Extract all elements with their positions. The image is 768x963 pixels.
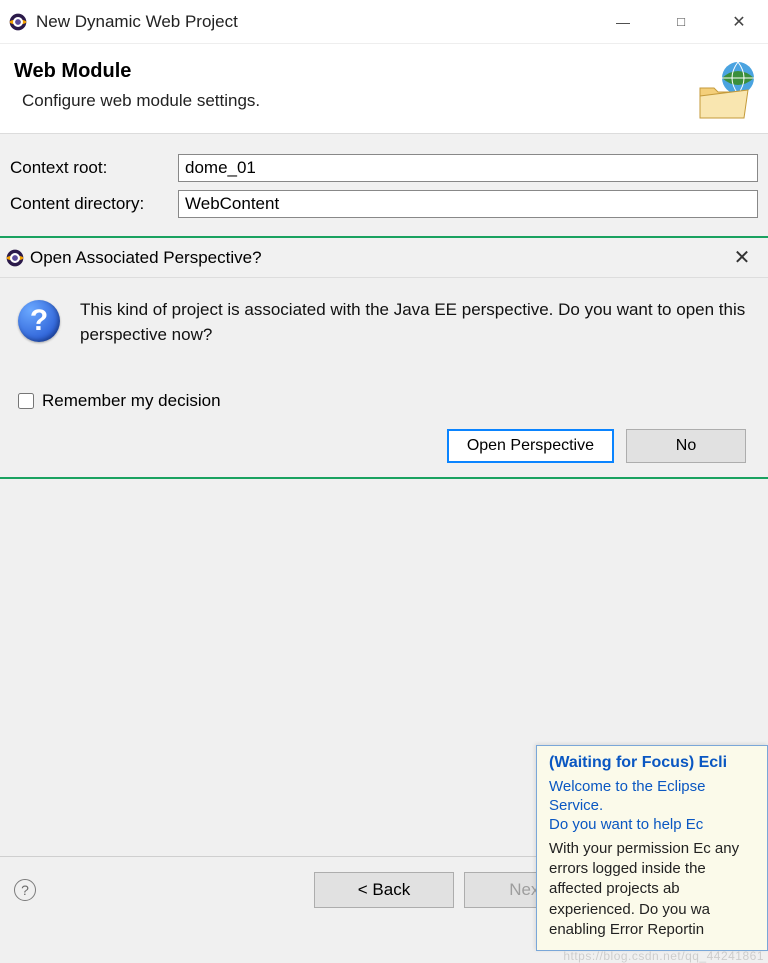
watermark: https://blog.csdn.net/qq_44241861: [563, 949, 764, 963]
remember-decision-checkbox[interactable]: [18, 393, 34, 409]
open-perspective-button[interactable]: Open Perspective: [447, 429, 614, 463]
question-icon: ?: [18, 300, 60, 342]
perspective-message: This kind of project is associated with …: [80, 298, 750, 347]
minimize-button[interactable]: —: [594, 0, 652, 44]
remember-decision-label: Remember my decision: [42, 391, 221, 411]
context-root-label: Context root:: [10, 158, 178, 178]
page-subtitle: Configure web module settings.: [14, 91, 748, 111]
titlebar: New Dynamic Web Project — □ ✕: [0, 0, 768, 44]
eclipse-app-icon: [8, 12, 28, 32]
web-folder-icon: [694, 58, 758, 122]
tooltip-line3: Do you want to help Ec: [549, 816, 757, 833]
page-title: Web Module: [14, 60, 748, 83]
perspective-dialog-title: Open Associated Perspective? ✕: [0, 238, 768, 278]
error-reporting-tooltip[interactable]: (Waiting for Focus) Ecli Welcome to the …: [536, 745, 768, 951]
content-directory-input[interactable]: [178, 190, 758, 218]
window-title: New Dynamic Web Project: [36, 12, 238, 32]
perspective-dialog-body: ? This kind of project is associated wit…: [0, 278, 768, 477]
web-module-form: Context root: Content directory:: [0, 134, 768, 238]
tooltip-body: With your permission Ec any errors logge…: [549, 839, 757, 940]
tooltip-line1: Welcome to the Eclipse: [549, 778, 757, 795]
perspective-title-text: Open Associated Perspective?: [30, 248, 730, 268]
perspective-close-button[interactable]: ✕: [730, 245, 754, 270]
maximize-button[interactable]: □: [652, 0, 710, 44]
wizard-header: Web Module Configure web module settings…: [0, 44, 768, 134]
eclipse-icon: [4, 247, 26, 269]
back-button[interactable]: < Back: [314, 872, 454, 908]
content-directory-label: Content directory:: [10, 194, 178, 214]
window-close-button[interactable]: ✕: [710, 0, 768, 44]
no-button[interactable]: No: [626, 429, 746, 463]
tooltip-title: (Waiting for Focus) Ecli: [549, 754, 757, 772]
help-icon[interactable]: ?: [14, 879, 36, 901]
context-root-input[interactable]: [178, 154, 758, 182]
tooltip-line2: Service.: [549, 797, 757, 814]
remember-decision-row[interactable]: Remember my decision: [18, 391, 750, 411]
